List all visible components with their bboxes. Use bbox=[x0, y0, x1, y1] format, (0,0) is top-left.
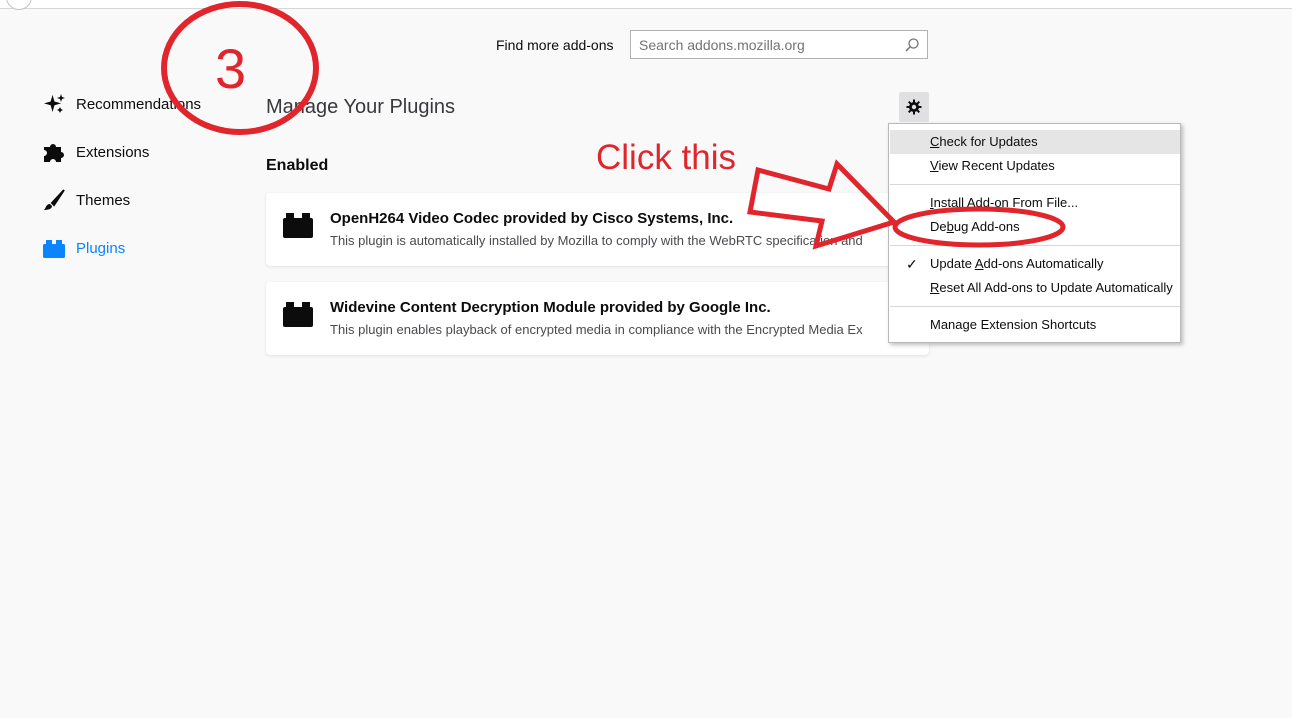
menu-item-label: Update bbox=[930, 256, 975, 271]
sidebar-item-extensions[interactable]: Extensions bbox=[42, 138, 232, 166]
sidebar-item-label: Themes bbox=[76, 191, 131, 209]
sidebar-item-label: Extensions bbox=[76, 143, 150, 161]
mnemonic: C bbox=[930, 134, 940, 149]
tools-dropdown-menu: Check for Updates View Recent Updates In… bbox=[888, 123, 1181, 343]
menu-item-label: heck for Updates bbox=[939, 134, 1038, 149]
page-title: Manage Your Plugins bbox=[266, 96, 456, 118]
menu-item-label: dd-ons Automatically bbox=[983, 256, 1104, 271]
tools-menu-button[interactable] bbox=[899, 92, 929, 122]
menu-item-reset-update-automatically[interactable]: Reset All Add-ons to Update Automaticall… bbox=[890, 276, 1180, 300]
search-input[interactable] bbox=[639, 37, 894, 53]
sidebar-item-label: Recommendations bbox=[76, 95, 202, 113]
plugin-description: This plugin enables playback of encrypte… bbox=[330, 322, 863, 337]
menu-item-debug-addons[interactable]: Debug Add-ons bbox=[890, 215, 1180, 239]
search-icon[interactable] bbox=[904, 37, 920, 53]
sidebar-item-themes[interactable]: Themes bbox=[42, 186, 232, 214]
plugin-name: Widevine Content Decryption Module provi… bbox=[330, 299, 771, 316]
menu-item-label: iew Recent Updates bbox=[938, 158, 1055, 173]
checkmark-icon: ✓ bbox=[906, 256, 918, 272]
plugin-name: OpenH264 Video Codec provided by Cisco S… bbox=[330, 210, 734, 227]
menu-item-label: De bbox=[930, 219, 947, 234]
menu-item-label: Manage Extension Shortcuts bbox=[930, 317, 1097, 332]
menu-separator bbox=[890, 184, 1180, 185]
gear-icon bbox=[906, 99, 922, 115]
plugin-card[interactable]: OpenH264 Video Codec provided by Cisco S… bbox=[266, 193, 929, 266]
plugin-icon bbox=[42, 236, 66, 260]
sidebar-item-label: Plugins bbox=[76, 239, 126, 257]
sidebar-item-recommendations[interactable]: Recommendations bbox=[42, 90, 232, 118]
menu-item-label: nstall Add-on From File... bbox=[933, 195, 1079, 210]
plugin-card[interactable]: Widevine Content Decryption Module provi… bbox=[266, 282, 929, 355]
toolbar-strip bbox=[0, 0, 1292, 9]
menu-item-label: eset All Add-ons to Update Automatically bbox=[939, 280, 1173, 295]
mnemonic: R bbox=[930, 280, 940, 295]
annotation-instruction: Click this bbox=[596, 138, 737, 177]
mnemonic: b bbox=[946, 219, 954, 234]
puzzle-icon bbox=[42, 140, 66, 164]
mnemonic: A bbox=[974, 256, 984, 271]
plugin-description: This plugin is automatically installed b… bbox=[330, 233, 863, 248]
brush-icon bbox=[42, 188, 66, 212]
menu-separator bbox=[890, 306, 1180, 307]
menu-item-install-from-file[interactable]: Install Add-on From File... bbox=[890, 191, 1180, 215]
menu-item-update-automatically[interactable]: ✓ Update Add-ons Automatically bbox=[890, 252, 1180, 276]
sparkle-icon bbox=[42, 92, 66, 116]
menu-item-view-recent-updates[interactable]: View Recent Updates bbox=[890, 154, 1180, 178]
sidebar-item-plugins[interactable]: Plugins bbox=[42, 234, 232, 262]
menu-item-manage-shortcuts[interactable]: Manage Extension Shortcuts bbox=[890, 313, 1180, 337]
annotation-step-number: 3 bbox=[215, 37, 247, 100]
menu-item-label: ug Add-ons bbox=[953, 219, 1020, 234]
plugin-icon bbox=[283, 213, 313, 238]
search-field[interactable] bbox=[630, 30, 928, 59]
find-more-addons-label: Find more add-ons bbox=[496, 37, 614, 53]
plugin-icon bbox=[283, 302, 313, 327]
menu-separator bbox=[890, 245, 1180, 246]
menu-item-check-for-updates[interactable]: Check for Updates bbox=[890, 130, 1180, 154]
section-heading-enabled: Enabled bbox=[266, 157, 329, 174]
